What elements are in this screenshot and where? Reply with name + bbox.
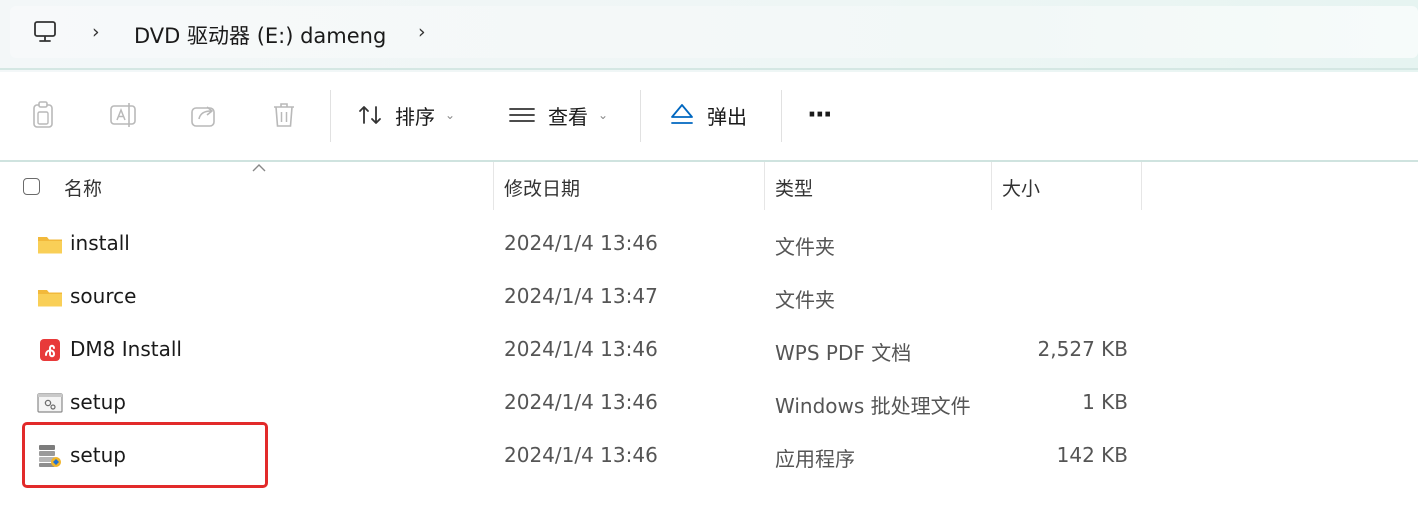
column-header: 名称 修改日期 类型 大小 [0, 162, 1418, 210]
file-name: install [70, 231, 130, 255]
file-date: 2024/1/4 13:46 [504, 231, 658, 255]
file-type: 文件夹 [775, 235, 835, 259]
share-icon[interactable] [188, 99, 220, 131]
more-button[interactable]: ··· [807, 94, 833, 136]
toolbar-divider [640, 90, 641, 142]
sort-ascending-icon [252, 164, 266, 172]
file-type: 文件夹 [775, 288, 835, 312]
column-size[interactable]: 大小 [1002, 174, 1040, 201]
folder-icon [38, 290, 62, 307]
view-button[interactable]: 查看 ⌄ [508, 94, 608, 136]
address-divider [0, 68, 1418, 70]
batch-file-icon [37, 393, 63, 413]
toolbar-divider [781, 90, 782, 142]
breadcrumb-separator-end[interactable]: › [418, 21, 426, 43]
sort-button[interactable]: 排序 ⌄ [357, 94, 455, 136]
sort-label: 排序 [395, 104, 435, 129]
highlight-annotation-box [22, 422, 268, 488]
view-label: 查看 [548, 104, 588, 129]
file-type: WPS PDF 文档 [775, 341, 912, 365]
eject-icon [671, 104, 693, 124]
column-divider[interactable] [1141, 162, 1142, 210]
wps-pdf-icon [40, 339, 60, 361]
file-name: source [70, 284, 137, 308]
file-name: setup [70, 390, 126, 414]
file-size: 1 KB [1082, 390, 1128, 414]
file-row[interactable]: install 2024/1/4 13:46 文件夹 [0, 218, 1418, 270]
file-type: Windows 批处理文件 [775, 394, 971, 418]
eject-label: 弹出 [707, 104, 747, 129]
file-row[interactable]: source 2024/1/4 13:47 文件夹 [0, 271, 1418, 323]
column-divider[interactable] [764, 162, 765, 210]
file-row[interactable]: DM8 Install 2024/1/4 13:46 WPS PDF 文档 2,… [0, 324, 1418, 376]
breadcrumb-separator[interactable]: › [92, 21, 100, 43]
chevron-down-icon: ⌄ [598, 108, 609, 122]
column-divider[interactable] [991, 162, 992, 210]
rename-icon[interactable] [107, 99, 139, 131]
column-date[interactable]: 修改日期 [504, 174, 580, 201]
delete-icon[interactable] [268, 99, 300, 131]
file-date: 2024/1/4 13:46 [504, 390, 658, 414]
copy-icon[interactable] [27, 99, 59, 131]
chevron-down-icon: ⌄ [445, 108, 456, 122]
folder-icon [38, 237, 62, 254]
address-bar[interactable]: › DVD 驱动器 (E:) dameng › [10, 6, 1418, 58]
select-all-checkbox[interactable] [23, 178, 40, 195]
address-bar-area: › DVD 驱动器 (E:) dameng › [0, 0, 1418, 72]
view-icon [509, 108, 535, 122]
computer-monitor-icon[interactable] [32, 19, 58, 45]
column-type[interactable]: 类型 [775, 174, 813, 201]
file-date: 2024/1/4 13:47 [504, 284, 658, 308]
breadcrumb-drive[interactable]: DVD 驱动器 (E:) dameng [134, 20, 386, 50]
file-name: DM8 Install [70, 337, 182, 361]
more-icon: ··· [807, 100, 833, 130]
command-bar: 排序 ⌄ 查看 ⌄ 弹出 ··· [0, 72, 1418, 160]
file-type: 应用程序 [775, 447, 855, 471]
column-name[interactable]: 名称 [64, 174, 102, 201]
toolbar-divider [330, 90, 331, 142]
column-divider[interactable] [493, 162, 494, 210]
file-size: 142 KB [1056, 443, 1128, 467]
file-size: 2,527 KB [1037, 337, 1128, 361]
eject-button[interactable]: 弹出 [669, 94, 747, 136]
file-date: 2024/1/4 13:46 [504, 337, 658, 361]
file-date: 2024/1/4 13:46 [504, 443, 658, 467]
sort-icon [359, 106, 381, 124]
